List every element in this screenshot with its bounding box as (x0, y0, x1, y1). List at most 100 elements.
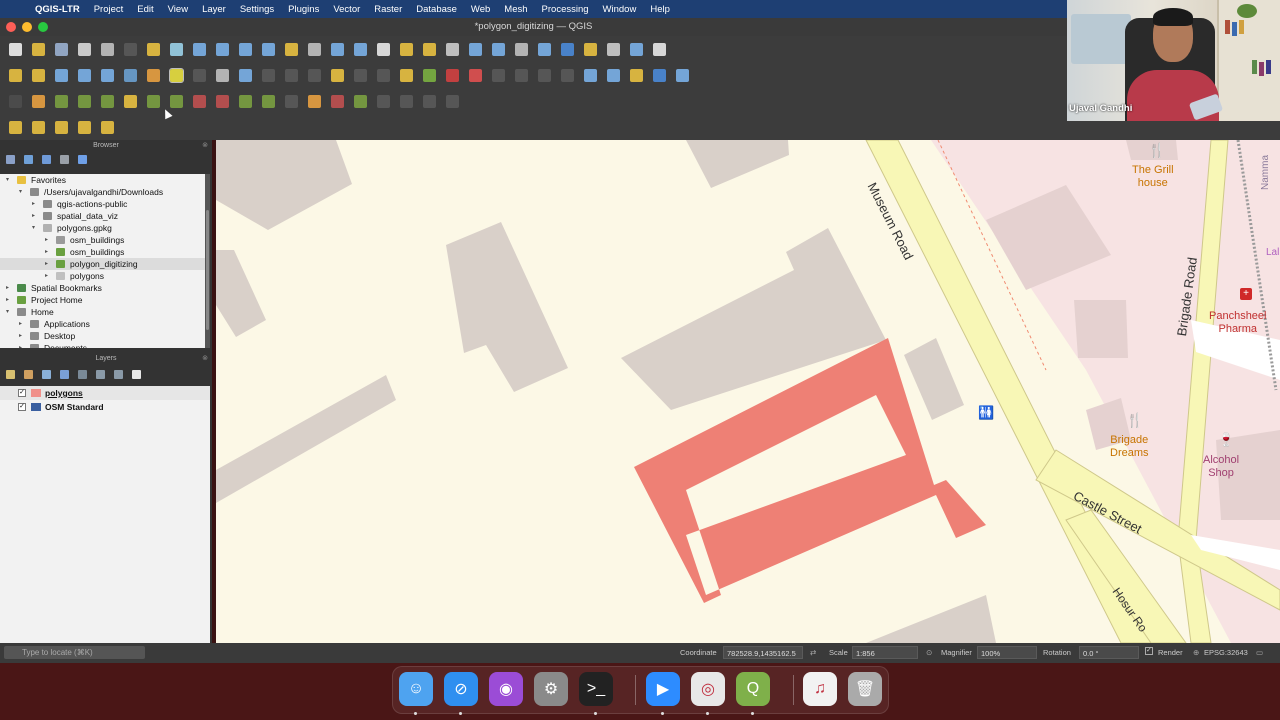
browser-item[interactable]: ▾ /Users/ujavalgandhi/Downloads (0, 186, 205, 198)
toolbar-button-icon[interactable] (561, 68, 574, 82)
toolbar-button-icon[interactable] (584, 42, 597, 56)
expand-arrow-icon[interactable]: ▸ (6, 294, 14, 306)
add-group-icon[interactable] (24, 369, 33, 379)
expand-arrow-icon[interactable]: ▸ (45, 234, 53, 246)
crs-icon[interactable]: ⊕ (1193, 648, 1199, 657)
manage-map-themes-icon[interactable] (42, 369, 51, 379)
toolbar-button-icon[interactable] (78, 42, 91, 56)
messages-icon[interactable]: ▭ (1256, 648, 1263, 657)
toolbar-button-icon[interactable] (32, 68, 45, 82)
rotation-field[interactable]: 0.0 ° (1079, 646, 1139, 659)
menu-processing[interactable]: Processing (535, 4, 596, 15)
filter-expression-icon[interactable] (78, 369, 87, 379)
system-preferences-icon[interactable]: ⚙ (534, 672, 568, 706)
toolbar-button-icon[interactable] (354, 68, 367, 82)
expand-all-icon[interactable] (96, 369, 105, 379)
close-icon[interactable]: ⊗ (202, 140, 208, 152)
zoom-window-button[interactable] (38, 22, 48, 32)
toolbar-button-icon[interactable] (193, 94, 206, 108)
toolbar-button-icon[interactable] (32, 94, 45, 108)
menu-mesh[interactable]: Mesh (497, 4, 534, 15)
map-svg[interactable] (216, 140, 1280, 643)
toolbar-button-icon[interactable] (32, 120, 45, 134)
crs-button[interactable]: EPSG:32643 (1204, 648, 1248, 657)
toolbar-button-icon[interactable] (469, 68, 482, 82)
refresh-icon[interactable] (24, 154, 33, 164)
toolbar-button-icon[interactable] (55, 120, 68, 134)
expand-arrow-icon[interactable]: ▸ (45, 258, 53, 270)
toolbar-button-icon[interactable] (147, 94, 160, 108)
toolbar-button-icon[interactable] (515, 42, 528, 56)
toolbar-button-icon[interactable] (285, 68, 298, 82)
menu-vector[interactable]: Vector (326, 4, 367, 15)
remove-layer-icon[interactable] (132, 369, 141, 379)
filter-legend-icon[interactable] (60, 369, 69, 379)
browser-item[interactable]: ▾ Favorites (0, 174, 205, 186)
toolbar-button-icon[interactable] (469, 42, 482, 56)
toolbar-button-icon[interactable] (584, 68, 597, 82)
collapse-arrow-icon[interactable]: ▾ (6, 306, 14, 318)
browser-item[interactable]: ▸ osm_buildings (0, 234, 205, 246)
terminal-icon[interactable]: >_ (579, 672, 613, 706)
expand-arrow-icon[interactable]: ▸ (19, 318, 27, 330)
browser-item[interactable]: ▸ spatial_data_viz (0, 210, 205, 222)
menu-settings[interactable]: Settings (233, 4, 281, 15)
toolbar-button-icon[interactable] (101, 120, 114, 134)
layer-item[interactable]: ✓ OSM Standard (0, 400, 210, 414)
toolbar-button-icon[interactable] (216, 94, 229, 108)
collapse-arrow-icon[interactable]: ▾ (19, 186, 27, 198)
toolbar-button-icon[interactable] (101, 68, 114, 82)
toolbar-button-icon[interactable] (308, 42, 321, 56)
expand-arrow-icon[interactable]: ▸ (19, 342, 27, 348)
toolbar-button-icon[interactable] (78, 68, 91, 82)
toolbar-button-icon[interactable] (124, 68, 137, 82)
toolbar-button-icon[interactable] (377, 42, 390, 56)
menu-window[interactable]: Window (596, 4, 644, 15)
toolbar-button-icon[interactable] (607, 68, 620, 82)
toolbar-button-icon[interactable] (9, 42, 22, 56)
magnifier-field[interactable]: 100% (977, 646, 1037, 659)
toolbar-button-icon[interactable] (285, 42, 298, 56)
coordinate-field[interactable]: 782528.9,1435162.5 (723, 646, 803, 659)
menu-edit[interactable]: Edit (130, 4, 160, 15)
toolbar-button-icon[interactable] (55, 94, 68, 108)
toolbar-button-icon[interactable] (285, 94, 298, 108)
toolbar-button-icon[interactable] (607, 42, 620, 56)
toolbar-button-icon[interactable] (630, 42, 643, 56)
toolbar-button-icon[interactable] (515, 68, 528, 82)
toolbar-button-icon[interactable] (9, 94, 22, 108)
add-selected-icon[interactable] (6, 154, 15, 164)
expand-arrow-icon[interactable]: ▸ (32, 198, 40, 210)
browser-item[interactable]: ▸ qgis-actions-public (0, 198, 205, 210)
toolbar-button-icon[interactable] (170, 94, 183, 108)
toolbar-button-icon[interactable] (78, 94, 91, 108)
browser-item[interactable]: ▸ polygon_digitizing (0, 258, 205, 270)
menu-project[interactable]: Project (87, 4, 131, 15)
expand-arrow-icon[interactable]: ▸ (19, 330, 27, 342)
chrome-icon[interactable]: ◎ (691, 672, 725, 706)
toolbar-button-icon[interactable] (446, 94, 459, 108)
toolbar-button-icon[interactable] (538, 68, 551, 82)
locator-input[interactable]: Type to locate (⌘K) (4, 646, 145, 659)
menu-view[interactable]: View (161, 4, 195, 15)
close-icon[interactable]: ⊗ (202, 353, 208, 365)
toolbar-button-icon[interactable] (446, 68, 459, 82)
toolbar-button-icon[interactable] (262, 68, 275, 82)
menu-web[interactable]: Web (464, 4, 497, 15)
toggle-extents-icon[interactable]: ⇄ (810, 648, 816, 657)
toolbar-button-icon[interactable] (124, 94, 137, 108)
toolbar-button-icon[interactable] (101, 42, 114, 56)
toolbar-button-icon[interactable] (239, 42, 252, 56)
browser-item[interactable]: ▾ Home (0, 306, 205, 318)
toolbar-button-icon[interactable] (308, 68, 321, 82)
toolbar-button-icon[interactable] (423, 68, 436, 82)
toolbar-button-icon[interactable] (400, 68, 413, 82)
browser-item[interactable]: ▸ Documents (0, 342, 205, 348)
toolbar-button-icon[interactable] (239, 68, 252, 82)
menu-plugins[interactable]: Plugins (281, 4, 326, 15)
toolbar-button-icon[interactable] (193, 68, 206, 82)
browser-item[interactable]: ▸ Spatial Bookmarks (0, 282, 205, 294)
toolbar-button-icon[interactable] (216, 68, 229, 82)
toolbar-button-icon[interactable] (216, 42, 229, 56)
toolbar-button-icon[interactable] (262, 94, 275, 108)
